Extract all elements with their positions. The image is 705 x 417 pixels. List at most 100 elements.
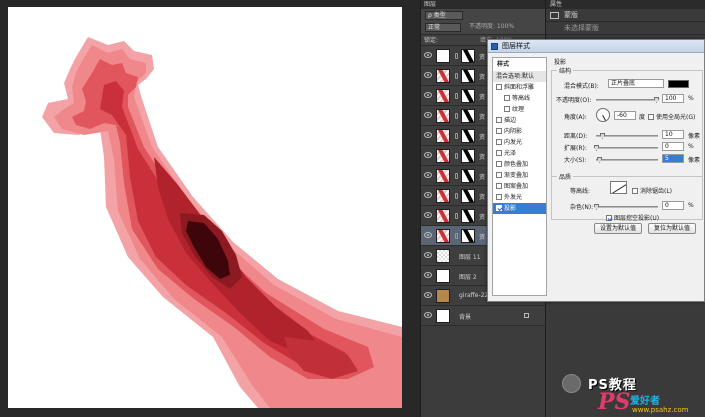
mask-thumbnail[interactable]	[461, 69, 475, 83]
eye-icon[interactable]	[424, 312, 432, 318]
distance-input[interactable]: 10	[662, 130, 684, 139]
opacity-input[interactable]: 100	[662, 94, 684, 103]
watermark-sub: 爱好者	[630, 396, 660, 407]
checkbox[interactable]	[496, 150, 502, 156]
checkbox[interactable]	[648, 114, 654, 120]
slider-knob[interactable]	[594, 145, 599, 151]
mask-item[interactable]: 未选择蒙版	[546, 22, 705, 35]
style-contour[interactable]: 等高线	[493, 93, 546, 104]
eye-icon[interactable]	[424, 112, 432, 118]
slider-knob[interactable]	[597, 157, 602, 163]
checkbox[interactable]	[496, 172, 502, 178]
style-bevel-emboss[interactable]: 斜面和浮雕	[493, 82, 546, 93]
checkbox[interactable]	[504, 95, 510, 101]
noise-input[interactable]: 0	[662, 201, 684, 210]
layer-thumbnail	[436, 89, 450, 103]
eye-icon[interactable]	[424, 212, 432, 218]
style-inner-shadow[interactable]: 内阴影	[493, 126, 546, 137]
eye-icon[interactable]	[424, 132, 432, 138]
mask-thumbnail[interactable]	[461, 169, 475, 183]
style-pattern-overlay[interactable]: 图案叠加	[493, 181, 546, 192]
slider-knob[interactable]	[594, 204, 599, 210]
layer-thumbnail	[436, 189, 450, 203]
checkbox[interactable]	[496, 161, 502, 167]
checkbox[interactable]	[496, 139, 502, 145]
checkbox[interactable]	[496, 183, 502, 189]
set-default-button[interactable]: 设置为默认值	[594, 223, 642, 234]
checkbox[interactable]	[496, 117, 502, 123]
styles-header[interactable]: 样式	[493, 58, 546, 71]
eye-icon[interactable]	[424, 152, 432, 158]
eye-icon[interactable]	[424, 92, 432, 98]
mask-thumbnail[interactable]	[461, 89, 475, 103]
watermark-url: www.psahz.com	[632, 406, 689, 414]
eye-icon[interactable]	[424, 252, 432, 258]
eye-icon[interactable]	[424, 52, 432, 58]
checkbox-checked[interactable]	[496, 205, 502, 211]
mask-thumbnail[interactable]	[461, 189, 475, 203]
blend-mode-select[interactable]: 正常	[425, 23, 461, 32]
style-color-overlay[interactable]: 颜色叠加	[493, 159, 546, 170]
layer-thumbnail	[436, 69, 450, 83]
style-blending-options[interactable]: 混合选项:默认	[493, 71, 546, 82]
style-outer-glow[interactable]: 外发光	[493, 192, 546, 203]
slider-knob[interactable]	[600, 133, 605, 139]
eye-icon[interactable]	[424, 172, 432, 178]
style-gradient-overlay[interactable]: 渐变叠加	[493, 170, 546, 181]
mask-thumbnail[interactable]	[461, 149, 475, 163]
percent-unit: %	[688, 95, 694, 102]
size-input[interactable]: 5	[662, 154, 684, 163]
opacity-control[interactable]: 不透明度: 100%	[467, 23, 533, 32]
eye-icon[interactable]	[424, 192, 432, 198]
eye-icon[interactable]	[424, 272, 432, 278]
layers-tab[interactable]: 图层	[421, 0, 545, 9]
checkbox[interactable]	[632, 188, 638, 194]
style-texture[interactable]: 纹理	[493, 104, 546, 115]
checkbox[interactable]	[496, 194, 502, 200]
layer-thumbnail	[436, 249, 450, 263]
reset-default-button[interactable]: 复位为默认值	[648, 223, 696, 234]
mask-thumbnail[interactable]	[461, 229, 475, 243]
distance-slider[interactable]	[596, 133, 658, 139]
giraffe-artwork	[42, 37, 402, 408]
blend-mode-select[interactable]: 正片叠底	[608, 79, 664, 88]
layer-name: 资	[479, 194, 486, 201]
layer-row[interactable]: 背景	[421, 306, 545, 326]
size-slider[interactable]	[596, 157, 658, 163]
slider-knob[interactable]	[654, 97, 659, 103]
spread-input[interactable]: 0	[662, 142, 684, 151]
eye-icon[interactable]	[424, 72, 432, 78]
eye-icon[interactable]	[424, 232, 432, 238]
contour-picker[interactable]	[610, 181, 627, 194]
style-label: 等高线	[512, 95, 531, 102]
mask-thumbnail[interactable]	[461, 129, 475, 143]
eye-icon[interactable]	[424, 292, 432, 298]
noise-label: 杂色(N):	[570, 204, 594, 211]
style-stroke[interactable]: 描边	[493, 115, 546, 126]
antialias-checkbox[interactable]: 消除锯齿(L)	[632, 186, 672, 195]
checkbox-checked[interactable]	[606, 215, 612, 221]
properties-tab[interactable]: 属性	[546, 0, 705, 9]
mask-thumbnail[interactable]	[461, 209, 475, 223]
dialog-titlebar[interactable]: 图层样式	[488, 40, 704, 53]
dialog-empty-area	[551, 237, 703, 296]
mask-thumbnail[interactable]	[461, 109, 475, 123]
section-title: 投影	[554, 59, 567, 66]
knockout-checkbox[interactable]: 图层挖空投影(U)	[606, 213, 659, 222]
shadow-color-swatch[interactable]	[668, 80, 689, 88]
document-canvas[interactable]	[8, 7, 402, 408]
mask-thumbnail[interactable]	[461, 49, 475, 63]
opacity-slider[interactable]	[596, 97, 659, 103]
angle-dial[interactable]	[596, 108, 610, 122]
checkbox[interactable]	[496, 84, 502, 90]
style-drop-shadow[interactable]: 投影	[493, 203, 546, 214]
checkbox[interactable]	[504, 106, 510, 112]
style-inner-glow[interactable]: 内发光	[493, 137, 546, 148]
noise-slider[interactable]	[594, 204, 658, 210]
angle-input[interactable]: -60	[614, 111, 636, 120]
layer-kind-filter[interactable]: ρ 类型	[425, 11, 463, 20]
checkbox[interactable]	[496, 128, 502, 134]
spread-slider[interactable]	[594, 145, 658, 151]
style-satin[interactable]: 光泽	[493, 148, 546, 159]
global-light-checkbox[interactable]: 使用全局光(G)	[648, 112, 695, 121]
